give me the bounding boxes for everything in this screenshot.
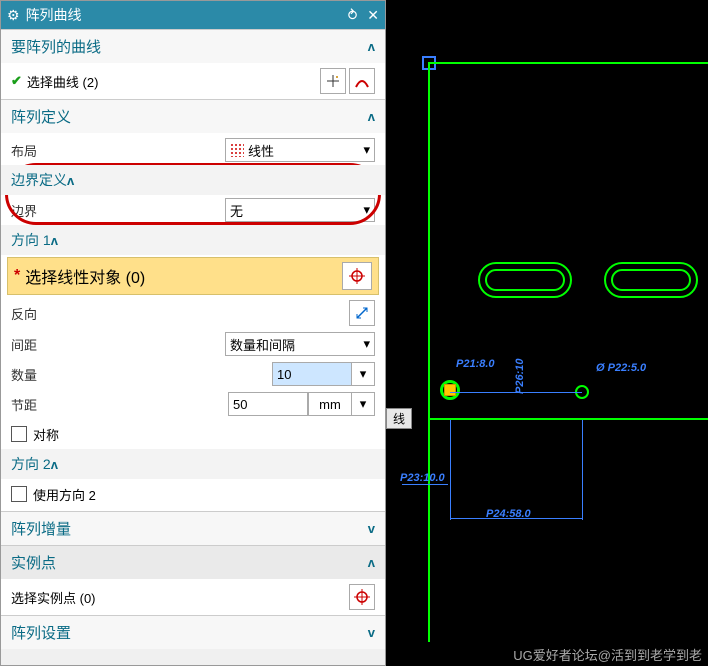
pitch-row: 节距 mm ▾ [1,389,385,419]
viewport[interactable]: P21:8.0 Ø P22:5.0 P26:10 P23:10.0 P24:58… [386,0,708,666]
chevron-up-icon: ʌ [368,39,375,54]
direction-picker-icon[interactable] [342,262,372,290]
chevron-down-icon: v [368,625,375,640]
pitch-unit[interactable]: mm [308,392,352,416]
selection-handle[interactable] [444,384,456,396]
symmetry-row[interactable]: 对称 [1,419,385,449]
dimension-line [450,420,451,520]
dimension-line [450,518,582,519]
dialog-panel: ⚙ 阵列曲线 ⥁ ✕ 要阵列的曲线 ʌ ✔ 选择曲线 (2) [0,0,386,666]
slot-feature [604,262,698,298]
reverse-row: 反向 [1,297,385,329]
section-curves: 要阵列的曲线 ʌ ✔ 选择曲线 (2) [1,29,385,99]
edge [428,418,708,420]
use-dir2-checkbox[interactable] [11,486,27,502]
layout-row: 布局 线性 ▾ [1,135,385,165]
section-definition: 阵列定义 ʌ 布局 线性 ▾ 边界定义 [1,99,385,511]
pitch-input[interactable] [228,392,308,416]
select-instance-row[interactable]: 选择实例点 (0) [1,581,385,613]
edge [428,62,430,642]
layout-select[interactable]: 线性 ▾ [225,138,375,162]
grid-icon [230,143,244,157]
boundary-select[interactable]: 无 ▾ [225,198,375,222]
chevron-down-icon: v [368,521,375,536]
direction1-header[interactable]: 方向 1 ʌ [1,225,385,255]
close-icon[interactable]: ✕ [367,7,379,24]
chevron-up-icon: ʌ [368,555,375,570]
select-curve-row[interactable]: ✔ 选择曲线 (2) [1,65,385,97]
checkmark-icon: ✔ [11,73,22,89]
slot-feature [478,262,572,298]
spacing-select[interactable]: 数量和间隔 ▾ [225,332,375,356]
dimension-line [402,484,448,485]
use-dir2-row[interactable]: 使用方向 2 [1,479,385,509]
required-icon: * [14,267,20,285]
dimension-label: P21:8.0 [456,358,495,370]
count-row: 数量 ▾ [1,359,385,389]
spacing-row: 间距 数量和间隔 ▾ [1,329,385,359]
cursor-tag: 线 [386,408,412,429]
dimension-label: P23:10.0 [400,472,445,484]
count-input[interactable] [272,362,352,386]
section-settings-header[interactable]: 阵列设置 v [1,616,385,649]
dimension-label: P26:10 [514,359,526,394]
boundary-row: 边界 无 ▾ [1,195,385,225]
add-point-icon[interactable] [320,68,346,94]
select-linear-row[interactable]: * 选择线性对象 (0) [7,257,379,295]
count-dropdown[interactable]: ▾ [351,362,375,386]
dialog-title: 阵列曲线 [26,5,82,25]
chevron-up-icon: ʌ [51,457,58,472]
gear-icon[interactable]: ⚙ [7,7,20,24]
dimension-label: Ø P22:5.0 [596,362,646,374]
instance-picker-icon[interactable] [349,584,375,610]
chevron-up-icon: ʌ [67,173,74,188]
dimension-line [582,420,583,520]
chevron-up-icon: ʌ [368,109,375,124]
chevron-up-icon: ʌ [51,233,58,248]
dimension-line [450,392,582,393]
titlebar: ⚙ 阵列曲线 ⥁ ✕ [1,1,385,29]
boundary-header[interactable]: 边界定义 ʌ [1,165,385,195]
help-icon[interactable]: ⥁ [348,7,358,24]
reverse-button[interactable] [349,300,375,326]
edge [428,62,708,64]
symmetry-checkbox[interactable] [11,426,27,442]
watermark: UG爱好者论坛@活到到老学到老 [513,645,702,664]
section-increment-header[interactable]: 阵列增量 v [1,512,385,545]
section-definition-header[interactable]: 阵列定义 ʌ [1,100,385,133]
section-instance-header[interactable]: 实例点 ʌ [1,546,385,579]
pitch-dropdown[interactable]: ▾ [351,392,375,416]
section-curves-header[interactable]: 要阵列的曲线 ʌ [1,30,385,63]
curve-icon[interactable] [349,68,375,94]
direction2-header[interactable]: 方向 2 ʌ [1,449,385,479]
